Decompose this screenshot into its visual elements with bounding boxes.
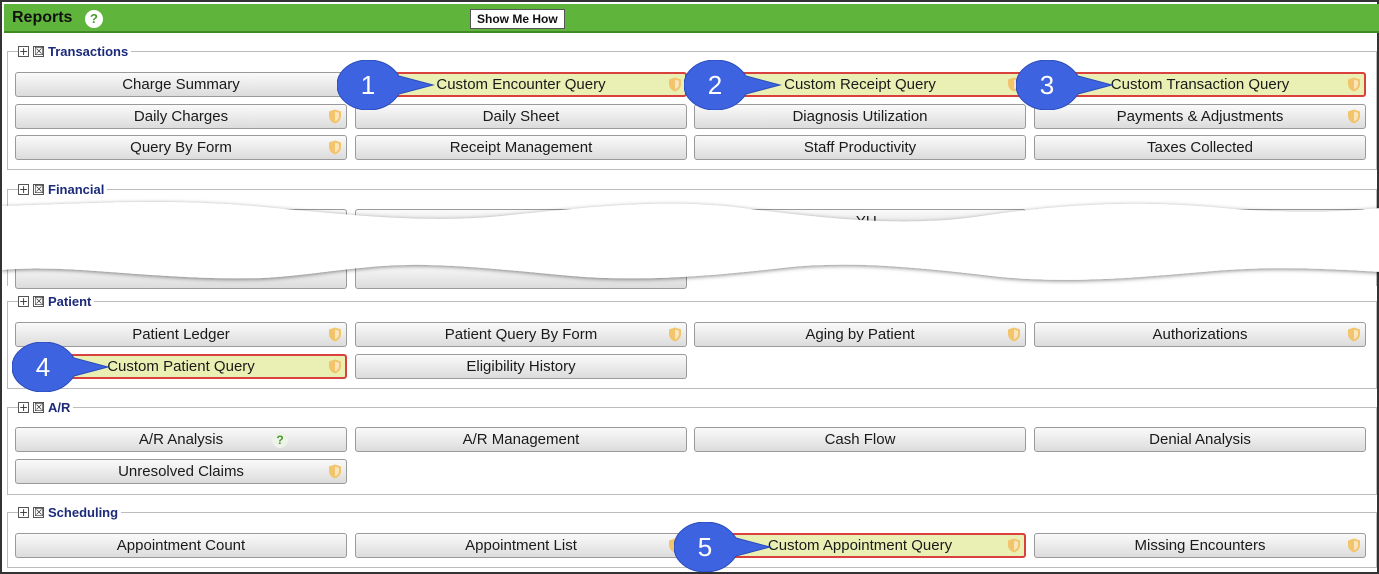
button-label: Patient Query By Form [444,326,598,343]
callout-number: 4 [35,352,51,382]
shield-icon [669,327,681,342]
report-button-appointment-count[interactable]: Appointment Count [15,533,347,558]
expand-icon[interactable]: + [18,506,29,518]
shield-icon [1008,538,1020,553]
button-label: A/R Management [462,431,580,448]
report-button-authorizations[interactable]: Authorizations [1034,322,1366,347]
callout-3: 3 [1015,59,1114,111]
collapse-icon[interactable]: ☒ [33,506,44,518]
report-button-cash-flow[interactable]: Cash Flow [694,427,1026,452]
section-title: A/R [48,399,71,415]
section-header: + ☒ Patient [18,293,95,309]
shield-icon [1348,327,1360,342]
callout-5: 5 [673,521,772,573]
button-label: Missing Encounters [1134,537,1266,554]
button-label: Denial Analysis [1149,431,1251,448]
collapse-icon[interactable]: ☒ [33,401,44,413]
reports-window: Reports ? Show Me How + ☒ Transactions C… [0,0,1379,574]
report-button-ar-management[interactable]: A/R Management [355,427,687,452]
report-button-ar-analysis[interactable]: A/R Analysis? [15,427,347,452]
shield-icon [329,464,341,479]
button-label: Patient Ledger [132,326,230,343]
button-label: Custom Appointment Query [767,537,953,554]
report-button-missing-encounters[interactable]: Missing Encounters [1034,533,1366,558]
shield-icon [1348,538,1360,553]
section-header: + ☒ Scheduling [18,504,122,520]
shield-icon [329,359,341,374]
button-label: Cash Flow [824,431,896,448]
report-button-aging-by-patient[interactable]: Aging by Patient [694,322,1026,347]
help-icon[interactable]: ? [272,432,288,448]
shield-icon [329,327,341,342]
collapse-icon[interactable]: ☒ [33,295,44,307]
callout-number: 3 [1039,70,1055,100]
button-label: Eligibility History [466,358,576,375]
callout-4: 4 [11,341,110,393]
section-title: Patient [48,293,92,309]
button-label: Unresolved Claims [118,463,244,480]
callout-number: 5 [697,532,713,562]
expand-icon[interactable]: + [18,401,29,413]
callout-number: 2 [707,70,723,100]
callout-2: 2 [683,59,782,111]
expand-icon[interactable]: + [18,295,29,307]
shield-icon [1008,327,1020,342]
button-label: Appointment List [465,537,577,554]
callout-number: 1 [360,70,376,100]
button-label: Aging by Patient [805,326,915,343]
report-button-appointment-list[interactable]: Appointment List [355,533,687,558]
report-button-eligibility-history[interactable]: Eligibility History [355,354,687,379]
report-button-patient-query-by-form[interactable]: Patient Query By Form [355,322,687,347]
section-title: Scheduling [48,504,119,520]
button-label: Appointment Count [116,537,246,554]
button-label: Custom Patient Query [107,358,255,375]
report-button-denial-analysis[interactable]: Denial Analysis [1034,427,1366,452]
button-label: Authorizations [1152,326,1248,343]
report-button-unresolved-claims[interactable]: Unresolved Claims [15,459,347,484]
button-label: A/R Analysis [138,431,224,448]
callout-1: 1 [336,59,435,111]
section-header: + ☒ A/R [18,399,74,415]
